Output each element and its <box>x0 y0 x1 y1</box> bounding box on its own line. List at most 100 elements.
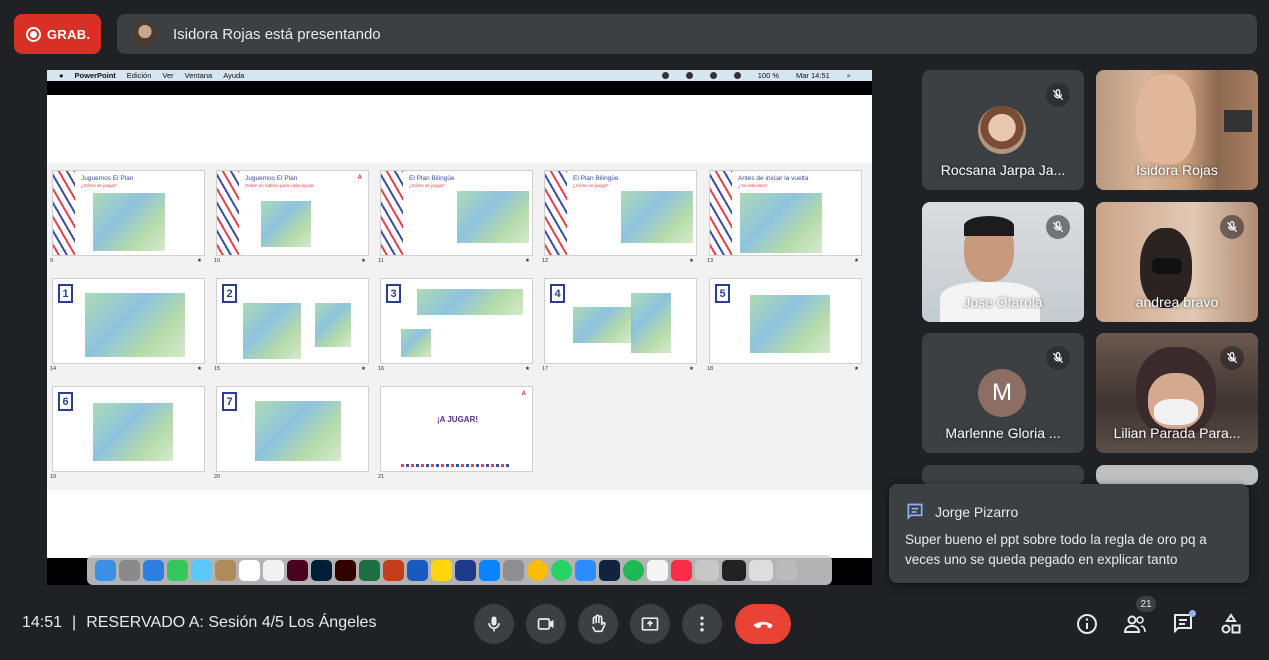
chat-notification[interactable]: Jorge Pizarro Super bueno el ppt sobre t… <box>889 484 1249 583</box>
menu-ventana: Ventana <box>184 71 213 80</box>
mic-off-icon <box>1046 215 1070 239</box>
participant-name: Lilian Parada Para... <box>1113 425 1241 441</box>
slide-number: 20 <box>214 474 221 480</box>
transition-icon: ★ <box>525 258 530 264</box>
people-icon <box>1123 615 1146 633</box>
recording-indicator[interactable]: GRAB. <box>14 14 101 54</box>
logo-icon: A <box>521 391 526 397</box>
more-options-button[interactable] <box>682 604 722 644</box>
control-bar: 14:51 | RESERVADO A: Sesión 4/5 Los Ánge… <box>0 596 1269 660</box>
slide-number: 15 <box>214 366 221 372</box>
presentation-stage: ● PowerPoint Edición Ver Ventana Ayuda 1… <box>47 70 872 585</box>
trash-icon[interactable] <box>776 559 797 581</box>
video-feed <box>1224 110 1252 132</box>
app-icon[interactable] <box>455 559 476 581</box>
launchpad-icon[interactable] <box>119 559 140 581</box>
slide-number: 18 <box>707 366 714 372</box>
slide-thumb[interactable]: Juguemos El Plan ¿Cómo se juega? <box>52 170 205 256</box>
mic-off-icon <box>1220 346 1244 370</box>
microphone-button[interactable] <box>474 604 514 644</box>
presenter-avatar <box>133 22 157 46</box>
phone-hangup-icon <box>753 621 773 629</box>
safari-icon[interactable] <box>143 559 164 581</box>
contacts-icon[interactable] <box>215 559 236 581</box>
participant-name: Rocsana Jarpa Ja... <box>940 162 1066 178</box>
participant-tile[interactable]: Rocsana Jarpa Ja... <box>922 70 1084 190</box>
excel-icon[interactable] <box>359 559 380 581</box>
slide-thumb[interactable]: 7 <box>216 386 369 472</box>
participant-tile[interactable]: Lilian Parada Para... <box>1096 333 1258 453</box>
presenting-text: Isidora Rojas está presentando <box>173 25 381 43</box>
window-thumb-icon[interactable] <box>695 559 719 581</box>
settings-icon[interactable] <box>503 559 524 581</box>
present-button[interactable] <box>630 604 670 644</box>
status-icon <box>685 72 693 79</box>
participant-name: andrea bravo <box>1135 294 1219 310</box>
whatsapp-icon[interactable] <box>551 559 572 581</box>
video-feed <box>1136 74 1196 164</box>
calendar-icon[interactable] <box>239 559 260 581</box>
battery-text: 100 % <box>757 71 780 80</box>
slide-thumb[interactable]: 6 <box>52 386 205 472</box>
mic-off-icon <box>1220 215 1244 239</box>
word-icon[interactable] <box>407 559 428 581</box>
slide-thumb[interactable]: 5 <box>709 278 862 364</box>
slide-thumb[interactable]: El Plan Bilingüe ¿Cómo se juega? <box>380 170 533 256</box>
reminders-icon[interactable] <box>263 559 284 581</box>
mac-dock <box>87 555 832 585</box>
slide-thumb[interactable]: 4 <box>544 278 697 364</box>
menu-ver: Ver <box>162 71 174 80</box>
meeting-separator: | <box>72 614 77 631</box>
notes-icon[interactable] <box>431 559 452 581</box>
slide-number: 9 <box>50 258 54 264</box>
slide-thumb[interactable]: El Plan Bilingüe ¿Cómo se juega? <box>544 170 697 256</box>
video-feed <box>964 216 1014 236</box>
participant-tile[interactable] <box>922 465 1084 485</box>
transition-icon: ★ <box>361 258 366 264</box>
slide-thumb[interactable]: Juguemos El Plan Orden en tablero para ca… <box>216 170 369 256</box>
participant-tile[interactable]: M Marlenne Gloria ... <box>922 333 1084 453</box>
messages-icon[interactable] <box>191 559 212 581</box>
mic-icon <box>488 616 500 632</box>
photos-icon[interactable] <box>647 559 668 581</box>
chrome-icon[interactable] <box>527 559 548 581</box>
activities-button[interactable] <box>1217 610 1245 638</box>
participant-tile[interactable]: Jose Otarola <box>922 202 1084 322</box>
slide-thumb[interactable]: Antes de iniciar la vuelta ¿Ya está listo… <box>709 170 862 256</box>
slide-thumb[interactable]: A ¡A JUGAR! <box>380 386 533 472</box>
participant-tile[interactable]: Isidora Rojas <box>1096 70 1258 190</box>
participant-tile[interactable] <box>1096 465 1258 485</box>
app-icon[interactable] <box>599 559 620 581</box>
menu-ayuda: Ayuda <box>223 71 245 80</box>
meeting-info: 14:51 | RESERVADO A: Sesión 4/5 Los Ánge… <box>22 614 376 632</box>
slide-thumb[interactable]: 3 <box>380 278 533 364</box>
illustrator-icon[interactable] <box>335 559 356 581</box>
mic-off-icon <box>1046 83 1070 107</box>
menu-app: PowerPoint <box>74 71 116 80</box>
indesign-icon[interactable] <box>287 559 308 581</box>
window-thumb-icon[interactable] <box>749 559 773 581</box>
participant-tile[interactable]: andrea bravo <box>1096 202 1258 322</box>
music-icon[interactable] <box>671 559 692 581</box>
slide-thumb[interactable]: 2 <box>216 278 369 364</box>
raise-hand-button[interactable] <box>578 604 618 644</box>
zoom-icon[interactable] <box>575 559 596 581</box>
camera-button[interactable] <box>526 604 566 644</box>
slide-number: 13 <box>707 258 714 264</box>
slide-thumb[interactable]: 1 <box>52 278 205 364</box>
presenting-banner: Isidora Rojas está presentando <box>117 14 1257 54</box>
spotify-icon[interactable] <box>623 559 644 581</box>
people-button[interactable] <box>1121 610 1149 638</box>
transition-icon: ★ <box>361 366 366 372</box>
powerpoint-icon[interactable] <box>383 559 404 581</box>
window-thumb-icon[interactable] <box>722 559 746 581</box>
meeting-details-button[interactable] <box>1073 610 1101 638</box>
video-feed <box>1154 399 1198 425</box>
photoshop-icon[interactable] <box>311 559 332 581</box>
finder-icon[interactable] <box>95 559 116 581</box>
slide-number: 19 <box>50 474 57 480</box>
avatar: M <box>978 369 1026 417</box>
facetime-icon[interactable] <box>167 559 188 581</box>
hangup-button[interactable] <box>735 604 791 644</box>
appstore-icon[interactable] <box>479 559 500 581</box>
